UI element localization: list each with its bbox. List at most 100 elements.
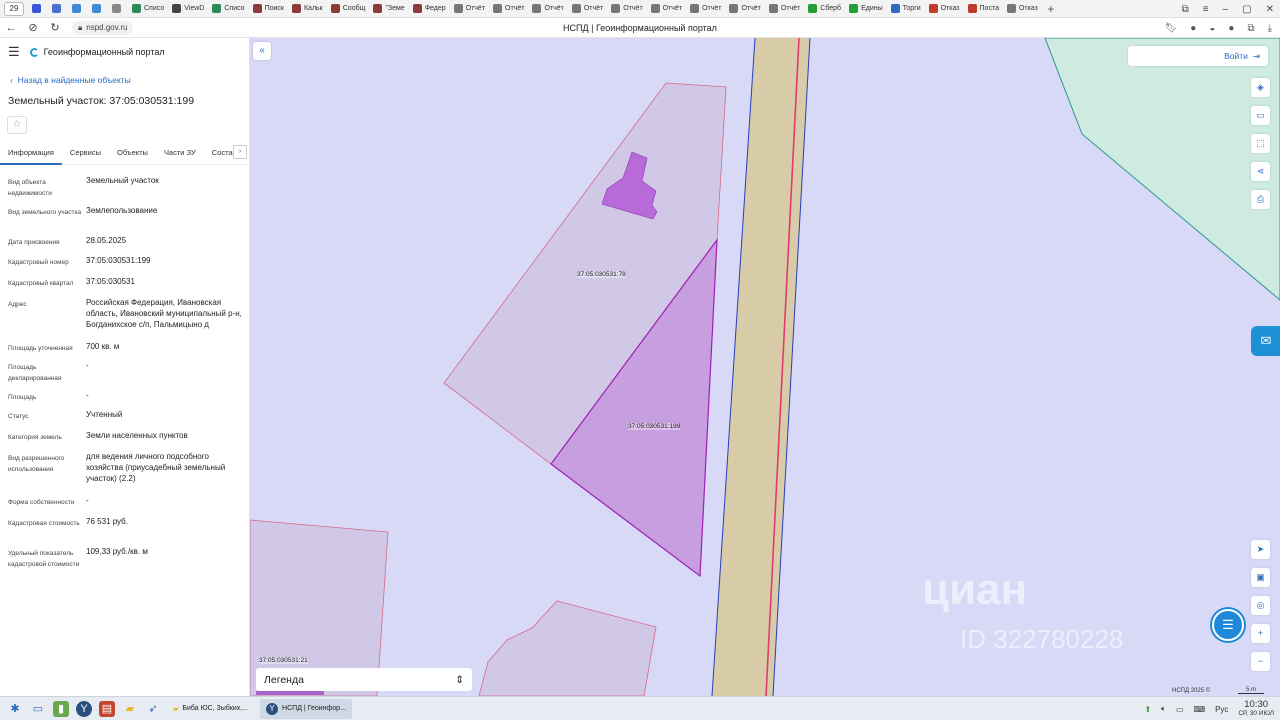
browser-tab[interactable]: Отчёт	[607, 0, 646, 18]
browser-tab[interactable]: Торги	[887, 0, 925, 18]
browser-tab[interactable]: Списо	[208, 0, 248, 18]
language-indicator[interactable]: Рус	[1215, 705, 1228, 714]
tab-favicon-icon	[768, 4, 778, 13]
layers-icon[interactable]: ◈	[1251, 78, 1270, 97]
extension-icon[interactable]: ⧉	[1247, 23, 1254, 34]
tab-favicon-icon	[808, 4, 818, 13]
tab-label: Отчёт	[623, 5, 643, 12]
portal-brand[interactable]: Геоинформационный портал	[29, 47, 165, 57]
browser-tab[interactable]: Отчёт	[765, 0, 804, 18]
browser-tab[interactable]: Отказ	[925, 0, 964, 18]
browser-tab[interactable]: Отчёт	[725, 0, 764, 18]
tab-favicon-icon	[212, 4, 222, 13]
maximize-button[interactable]: ▢	[1242, 4, 1251, 15]
browser-tab[interactable]: Кальк	[288, 0, 327, 18]
browser-tab[interactable]: ViewD	[168, 0, 208, 18]
geolocation-icon[interactable]: ➤	[1251, 540, 1270, 559]
extension-icon[interactable]: ●	[1190, 23, 1196, 34]
browser-tab[interactable]: Отчёт	[686, 0, 725, 18]
ruler-icon[interactable]: ▭	[1251, 106, 1270, 125]
property-row: Дата присвоения 28.05.2025	[8, 235, 244, 255]
browser-tab[interactable]: Списо	[128, 0, 168, 18]
browser-tab[interactable]: Отказ	[1003, 0, 1042, 18]
reload-icon[interactable]: ↻	[44, 21, 66, 34]
parcel-south[interactable]	[478, 600, 657, 696]
taskbar-browser-task[interactable]: Y НСПД | Геоинфор...	[260, 698, 352, 719]
panel-tabs: Информация Сервисы Объекты Части ЗУ Сост…	[0, 141, 249, 165]
url-field[interactable]: 🔒︎ nspd.gov.ru	[72, 20, 134, 35]
app-icon[interactable]: ▮	[53, 700, 69, 717]
menu-icon[interactable]: ≡	[1203, 4, 1209, 15]
zoom-in-button[interactable]: +	[1251, 624, 1270, 643]
browser-tab[interactable]: Поста	[964, 0, 1003, 18]
tab-parts[interactable]: Части ЗУ	[156, 141, 204, 165]
browser-tab[interactable]: Сообщ	[327, 0, 370, 18]
tab-services[interactable]: Сервисы	[62, 141, 109, 165]
legend-dropdown[interactable]: Легенда ⇕	[256, 668, 472, 691]
tab-label: Отказ	[940, 5, 960, 12]
folder-icon[interactable]: ▰	[122, 701, 138, 717]
property-key: Вид объекта недвижимости	[8, 179, 52, 197]
extension-icon[interactable]: ◒	[1209, 23, 1215, 34]
browser-tab[interactable]: Отчёт	[568, 0, 607, 18]
new-tab-button[interactable]: +	[1042, 2, 1060, 16]
tab-count-button[interactable]: 29	[4, 1, 24, 16]
minimize-button[interactable]: –	[1223, 4, 1229, 15]
favorite-star-icon[interactable]: ☆	[7, 116, 27, 134]
select-area-icon[interactable]: ⬚	[1251, 134, 1270, 153]
target-icon[interactable]: ◎	[1251, 596, 1270, 615]
browser-tab[interactable]	[28, 0, 48, 18]
browser-tab[interactable]	[88, 0, 108, 18]
volume-icon[interactable]: 🔈︎	[1161, 704, 1166, 714]
share-icon[interactable]: ⋖	[1251, 162, 1270, 181]
network-icon[interactable]: ▭	[1176, 705, 1184, 714]
browser-tab[interactable]: Отчёт	[647, 0, 686, 18]
property-value: Землепользование	[86, 206, 158, 215]
browser-tab[interactable]: "Земе	[369, 0, 408, 18]
back-icon[interactable]: ←	[0, 22, 22, 34]
browser-tab[interactable]: Сберб	[804, 0, 845, 18]
map-view[interactable]: циан ID 322780228 37:05:030531:78 37:05:…	[250, 38, 1280, 696]
close-button[interactable]: ✕	[1266, 4, 1274, 15]
download-icon[interactable]: ⤓	[1268, 23, 1272, 34]
tab-label: Отчёт	[583, 5, 604, 12]
browser-tab[interactable]	[108, 0, 128, 18]
chat-bubble-icon[interactable]: ☰	[1212, 609, 1244, 641]
browser-tab[interactable]: Федер	[409, 0, 450, 18]
clock[interactable]: 10:30 СР, 30 ИЮЛ	[1238, 700, 1274, 718]
browser-tab[interactable]: Отчёт	[528, 0, 567, 18]
browser-tab[interactable]: Поиск	[249, 0, 288, 18]
rocket-app-icon[interactable]: ➶	[145, 701, 161, 717]
tab-favicon-icon	[571, 4, 581, 13]
browser-tab[interactable]: Отчёт	[450, 0, 489, 18]
keyboard-icon[interactable]: ⌨	[1194, 705, 1206, 714]
minimap-icon[interactable]: ▣	[1251, 568, 1270, 587]
browser-tab[interactable]	[68, 0, 88, 18]
taskbar-folder-task[interactable]: ▰ Биба ЮС, Зыбких,...	[167, 699, 254, 719]
browser-tab[interactable]: Едины	[845, 0, 887, 18]
login-button[interactable]: Войти ⇥	[1128, 46, 1268, 66]
browser-tab[interactable]: Отчёт	[489, 0, 528, 18]
start-menu-icon[interactable]: ✱	[7, 701, 23, 717]
back-to-results-link[interactable]: ‹ Назад в найденные объекты	[10, 75, 131, 85]
tab-objects[interactable]: Объекты	[109, 141, 156, 165]
zoom-out-button[interactable]: −	[1251, 652, 1270, 671]
bookmark-icon[interactable]: 🔖︎	[1165, 23, 1178, 34]
property-value: -	[86, 496, 89, 505]
browser-tab[interactable]	[48, 0, 68, 18]
support-chat-icon[interactable]: ✉	[1251, 326, 1280, 356]
file-manager-icon[interactable]: ▭	[30, 701, 46, 717]
extension-icon[interactable]: ●	[1228, 23, 1234, 34]
yandex-browser-icon[interactable]: Y	[76, 700, 92, 717]
back-label: Назад в найденные объекты	[17, 75, 131, 85]
tabs-scroll-right-icon[interactable]: ›	[233, 145, 247, 159]
tabs-menu-icon[interactable]: ⧉	[1182, 4, 1189, 15]
office-app-icon[interactable]: ▤	[99, 700, 115, 717]
update-icon[interactable]: ⬆	[1144, 705, 1151, 714]
clock-date: СР, 30 ИЮЛ	[1238, 710, 1274, 717]
hamburger-menu-icon[interactable]: ☰	[8, 44, 20, 60]
collapse-panel-button[interactable]: «	[253, 42, 271, 60]
block-icon[interactable]: ⊘	[22, 21, 44, 34]
print-icon[interactable]: ⎙	[1251, 190, 1270, 209]
tab-info[interactable]: Информация	[0, 141, 62, 165]
